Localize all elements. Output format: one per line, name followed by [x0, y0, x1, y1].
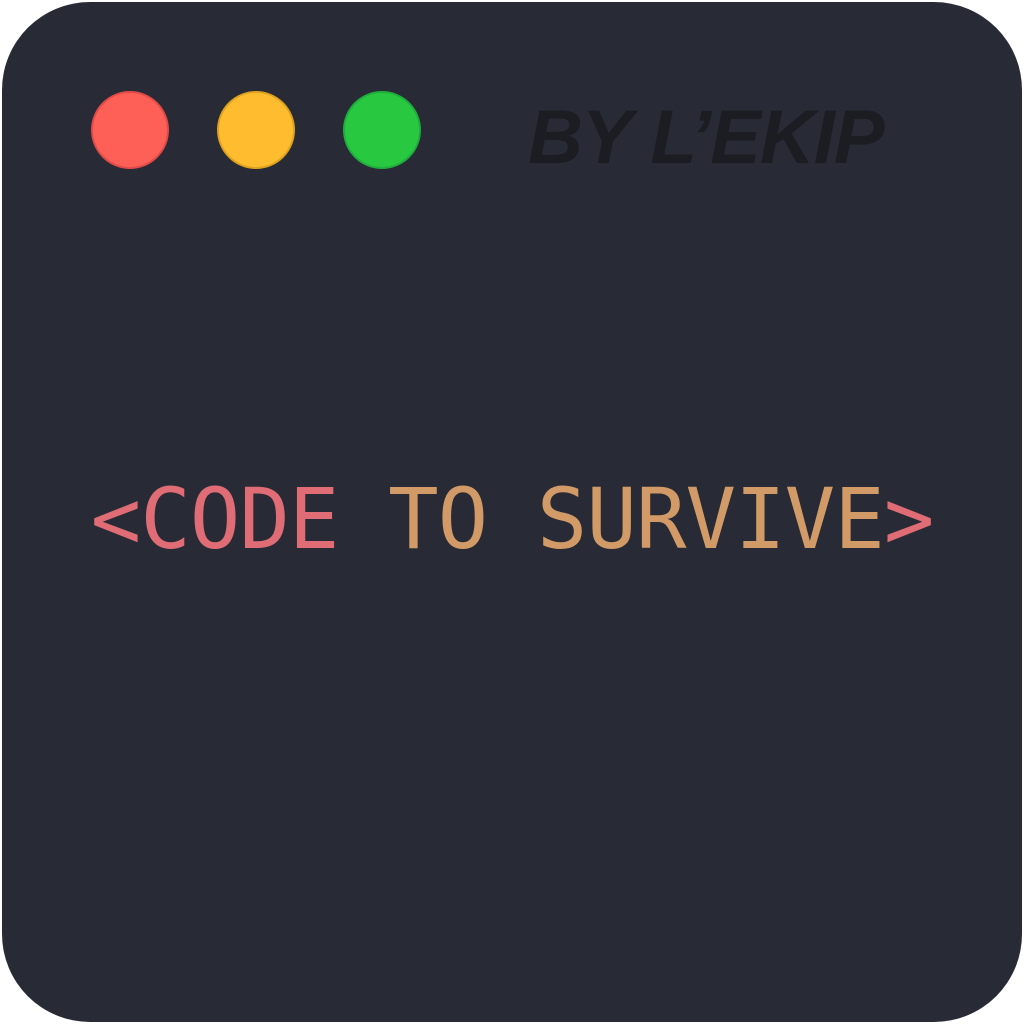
tagline-word-survive: SURVIVE	[536, 470, 885, 568]
tagline-word-code: CODE	[140, 470, 339, 568]
window-controls	[91, 91, 421, 169]
tagline: <CODE TO SURVIVE>	[2, 472, 1022, 566]
brand-label: BY L’EKIP	[528, 95, 885, 180]
close-button[interactable]	[91, 91, 169, 169]
tagline-space	[487, 470, 537, 568]
minimize-button[interactable]	[217, 91, 295, 169]
app-window: BY L’EKIP <CODE TO SURVIVE>	[2, 2, 1022, 1022]
maximize-button[interactable]	[343, 91, 421, 169]
close-bracket: >	[883, 470, 935, 568]
open-bracket: <	[90, 470, 142, 568]
tagline-space	[338, 470, 388, 568]
tagline-word-to: TO	[388, 470, 488, 568]
